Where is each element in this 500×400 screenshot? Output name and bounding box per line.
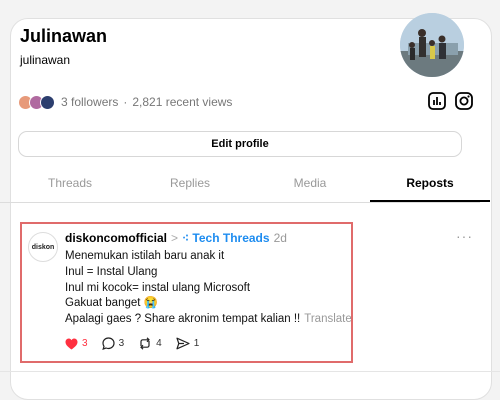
post-line: Gakuat banget 😭 (65, 297, 158, 310)
like-count: 3 (82, 338, 88, 349)
share-icon (176, 337, 190, 350)
share-button[interactable]: 1 (176, 337, 200, 350)
repost-button[interactable]: 4 (138, 337, 162, 350)
divider (0, 371, 500, 372)
heart-icon (65, 338, 78, 349)
post-line: Apalagi gaes ? Share akronim tempat kali… (65, 313, 301, 326)
post-line: Inul mi kocok= instal ulang Microsoft (65, 281, 251, 294)
views-count: 2,821 recent views (132, 95, 233, 109)
instagram-icon[interactable] (454, 91, 474, 111)
tab-threads[interactable]: Threads (10, 170, 130, 196)
follower-avatars (18, 94, 55, 110)
tab-media[interactable]: Media (250, 170, 370, 196)
reply-count: 3 (118, 338, 125, 349)
post-topic[interactable]: ⁖ Tech Threads (182, 231, 270, 245)
insights-icon[interactable] (427, 91, 447, 111)
repost-count: 4 (156, 338, 162, 349)
repost-icon (140, 337, 150, 350)
tab-replies[interactable]: Replies (130, 170, 250, 196)
post-time: 2d (273, 231, 287, 245)
profile-tabs: Threads Replies Media Reposts (0, 170, 490, 203)
chevron-right-icon: > (171, 231, 179, 245)
followers-row[interactable]: 3 followers · 2,821 recent views (18, 93, 232, 111)
post-author[interactable]: diskoncomofficial (65, 231, 167, 245)
post-line: Inul = Instal Ulang (65, 265, 158, 278)
profile-name: Julinawan (20, 26, 108, 46)
edit-profile-button[interactable]: Edit profile (18, 131, 462, 157)
tab-reposts[interactable]: Reposts (370, 170, 490, 196)
followers-count[interactable]: 3 followers (61, 95, 118, 109)
translate-link[interactable]: Translate (304, 313, 352, 325)
followers-stats: 3 followers · 2,821 recent views (61, 95, 233, 109)
topic-icon: ⁖ (182, 231, 193, 245)
post-topic-label: Tech Threads (192, 231, 270, 245)
profile-handle: julinawan (20, 53, 71, 67)
profile-avatar[interactable] (400, 13, 464, 77)
comment-icon (101, 337, 115, 350)
share-count: 1 (193, 338, 200, 349)
post-line-last: Apalagi gaes ? Share akronim tempat kali… (65, 312, 352, 328)
post-author-avatar[interactable]: diskon (28, 232, 58, 262)
post-header: diskoncomofficial > ⁖ Tech Threads 2d (65, 231, 287, 245)
post-line: Menemukan istilah baru anak it (65, 250, 225, 262)
post-actions: 3 3 4 1 (65, 337, 213, 350)
reply-button[interactable]: 3 (101, 337, 125, 350)
post-body: Menemukan istilah baru anak it Inul = In… (65, 249, 352, 328)
more-icon[interactable]: ··· (456, 228, 473, 244)
active-tab-indicator (370, 200, 490, 202)
follower-avatar (40, 94, 55, 110)
like-button[interactable]: 3 (65, 338, 88, 350)
